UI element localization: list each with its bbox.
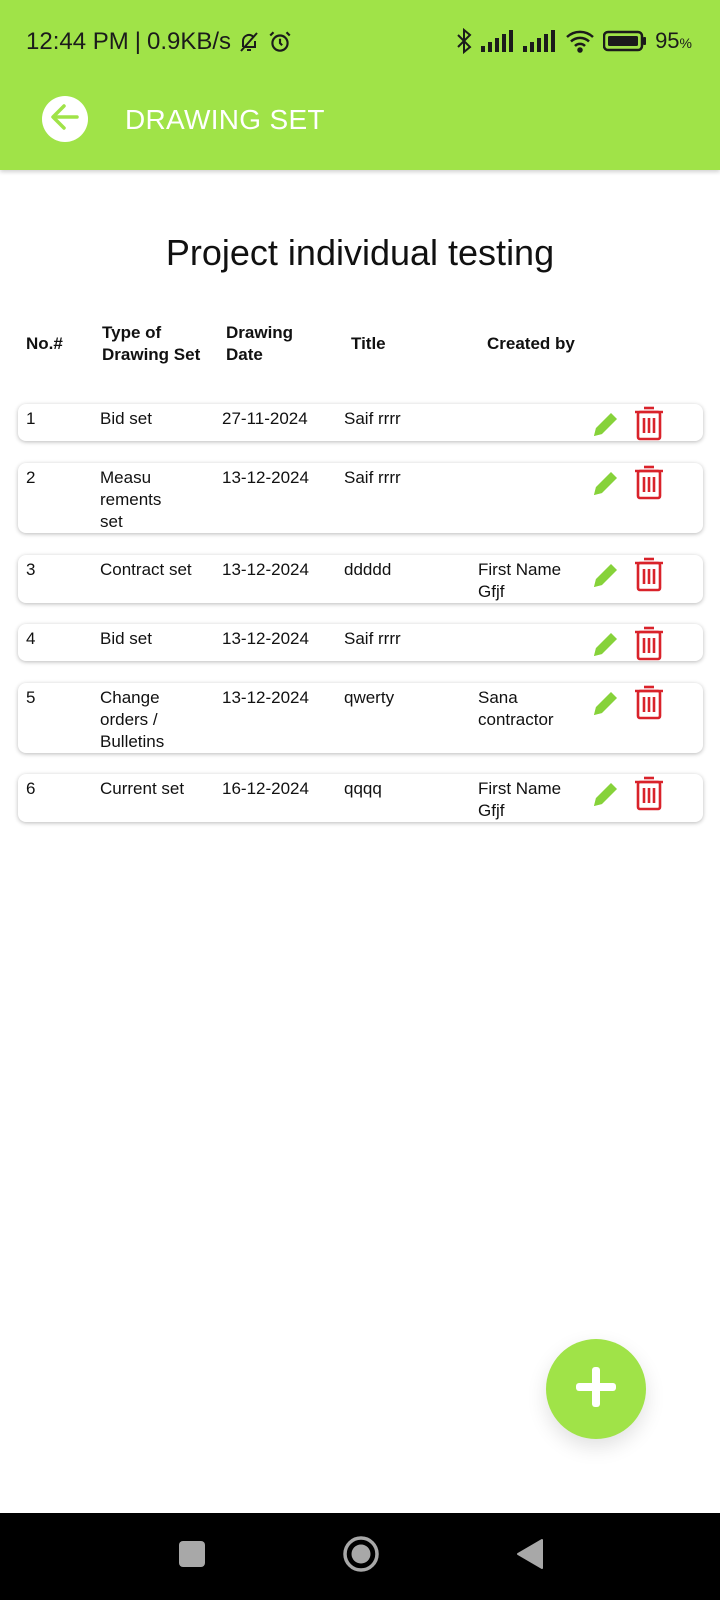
row-type: Bid set xyxy=(100,409,152,428)
row-number: 2 xyxy=(26,468,36,487)
row-created-by: Sana contractor xyxy=(478,688,554,729)
table-header: No.# Type of Drawing Set Drawing Date Ti… xyxy=(0,322,720,372)
add-drawing-set-button[interactable] xyxy=(546,1339,646,1439)
trash-icon[interactable] xyxy=(632,556,666,592)
trash-icon[interactable] xyxy=(632,405,666,441)
pencil-icon[interactable] xyxy=(590,559,622,591)
arrow-left-icon xyxy=(48,100,82,139)
status-right: 95% xyxy=(455,28,692,54)
table-row[interactable]: 4 Bid set 13-12-2024 Saif rrrr xyxy=(18,624,703,661)
bluetooth-icon xyxy=(455,28,473,54)
status-left: 12:44 PM | 0.9KB/s xyxy=(26,28,293,56)
pencil-icon[interactable] xyxy=(590,467,622,499)
signal-icon xyxy=(523,30,557,52)
network-speed: 0.9KB/s xyxy=(146,28,232,55)
battery-icon xyxy=(603,30,647,52)
page-title: Project individual testing xyxy=(165,232,555,273)
recents-button[interactable] xyxy=(172,1513,212,1600)
wifi-icon xyxy=(565,29,595,53)
row-type: Contract set xyxy=(100,560,192,579)
pencil-icon[interactable] xyxy=(590,687,622,719)
row-type: Current set xyxy=(100,779,185,798)
table-row[interactable]: 6 Current set 16-12-2024 qqqq First Name… xyxy=(18,774,703,822)
home-button[interactable] xyxy=(339,1513,383,1600)
row-title: qqqq xyxy=(344,779,382,798)
row-number: 5 xyxy=(26,688,36,707)
column-header-date: Drawing Date xyxy=(226,323,294,364)
trash-icon[interactable] xyxy=(632,775,666,811)
back-triangle-icon xyxy=(516,1538,544,1575)
row-type: Measu rements set xyxy=(100,468,162,531)
header-title: DRAWING SET xyxy=(125,104,325,135)
column-header-created-by: Created by xyxy=(487,334,575,353)
row-number: 1 xyxy=(26,409,36,428)
pencil-icon[interactable] xyxy=(590,778,622,810)
row-title: qwerty xyxy=(344,688,395,707)
battery-percent-value: 95 xyxy=(655,28,680,53)
row-date: 16-12-2024 xyxy=(222,779,309,798)
row-number: 3 xyxy=(26,560,36,579)
back-nav-button[interactable] xyxy=(510,1513,550,1600)
row-type: Bid set xyxy=(100,629,152,648)
row-created-by: First Name Gfjf xyxy=(478,779,562,820)
trash-icon[interactable] xyxy=(632,625,666,661)
row-date: 13-12-2024 xyxy=(222,688,309,707)
row-number: 6 xyxy=(26,779,36,798)
table-row[interactable]: 3 Contract set 13-12-2024 ddddd First Na… xyxy=(18,555,703,603)
column-header-type: Type of Drawing Set xyxy=(102,323,201,364)
row-date: 13-12-2024 xyxy=(222,560,309,579)
plus-icon xyxy=(574,1365,618,1414)
status-time: 12:44 PM xyxy=(26,28,129,55)
status-separator: | xyxy=(134,28,141,55)
battery-percent-unit: % xyxy=(679,35,692,51)
row-date: 13-12-2024 xyxy=(222,468,309,487)
row-number: 4 xyxy=(26,629,36,648)
system-nav-bar xyxy=(0,1513,720,1600)
row-created-by: First Name Gfjf xyxy=(478,560,562,601)
pencil-icon[interactable] xyxy=(590,628,622,660)
battery-percent: 95% xyxy=(655,28,692,54)
back-button[interactable] xyxy=(42,96,88,142)
status-bar: 12:44 PM | 0.9KB/s 95% xyxy=(0,22,720,66)
row-date: 27-11-2024 xyxy=(222,409,308,428)
row-title: Saif rrrr xyxy=(344,629,401,648)
table-row[interactable]: 1 Bid set 27-11-2024 Saif rrrr xyxy=(18,404,703,441)
row-title: ddddd xyxy=(344,560,392,579)
column-header-title: Title xyxy=(351,334,386,353)
signal-icon xyxy=(481,30,515,52)
recents-square-icon xyxy=(178,1540,206,1573)
trash-icon[interactable] xyxy=(632,464,666,500)
bell-muted-icon xyxy=(237,30,261,54)
alarm-icon xyxy=(267,29,293,55)
row-type: Change orders / Bulletins xyxy=(100,688,165,751)
app-header: 12:44 PM | 0.9KB/s 95% DRAWING SET xyxy=(0,0,720,170)
table-row[interactable]: 5 Change orders / Bulletins 13-12-2024 q… xyxy=(18,683,703,753)
row-title: Saif rrrr xyxy=(344,468,401,487)
pencil-icon[interactable] xyxy=(590,408,622,440)
row-title: Saif rrrr xyxy=(344,409,401,428)
row-date: 13-12-2024 xyxy=(222,629,309,648)
column-header-no: No.# xyxy=(26,334,63,353)
trash-icon[interactable] xyxy=(632,684,666,720)
home-circle-icon xyxy=(342,1535,380,1578)
table-row[interactable]: 2 Measu rements set 13-12-2024 Saif rrrr xyxy=(18,463,703,533)
